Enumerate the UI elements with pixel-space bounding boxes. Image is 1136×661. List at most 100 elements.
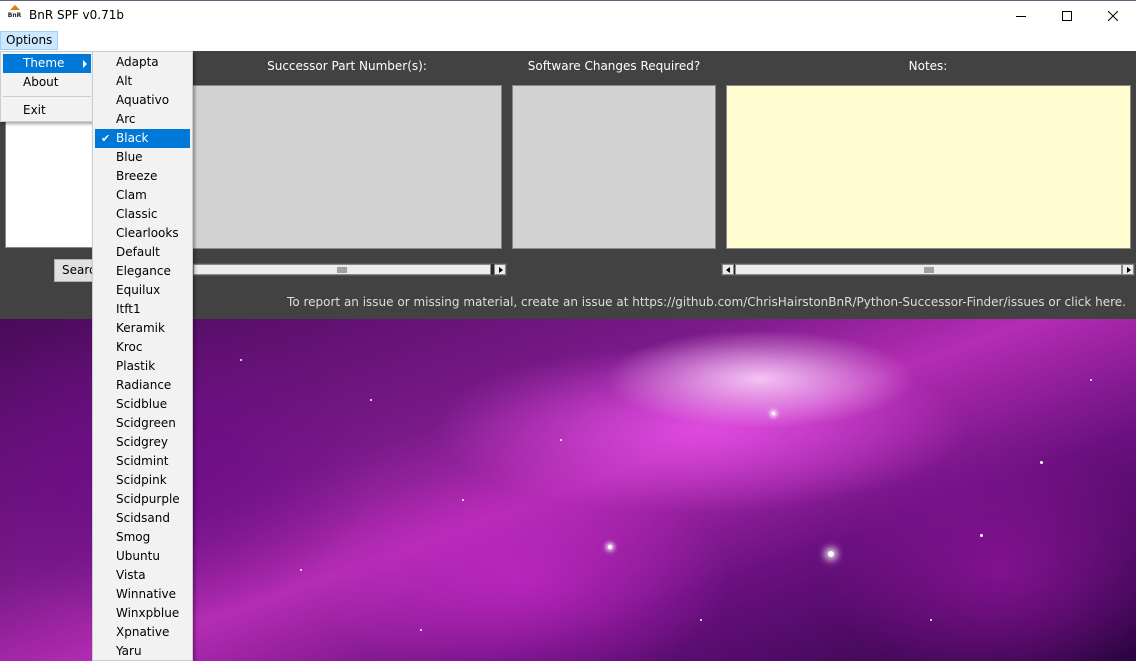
report-issue-link[interactable]: To report an issue or missing material, …	[287, 295, 1126, 309]
window-title: BnR SPF v0.71b	[29, 8, 124, 22]
theme-item-label: Default	[116, 245, 160, 259]
submenu-arrow-icon	[83, 60, 87, 68]
theme-item-smog[interactable]: Smog	[95, 528, 190, 547]
theme-item-label: Kroc	[116, 340, 143, 354]
successor-textbox[interactable]	[192, 85, 502, 249]
part-list-box[interactable]	[5, 122, 93, 248]
theme-item-clearlooks[interactable]: Clearlooks	[95, 224, 190, 243]
theme-item-label: Vista	[116, 568, 146, 582]
theme-item-label: Yaru	[116, 644, 142, 658]
menu-item-about[interactable]: About	[3, 73, 91, 92]
notes-header: Notes:	[908, 59, 948, 73]
close-button[interactable]	[1090, 1, 1136, 31]
theme-item-itft1[interactable]: Itft1	[95, 300, 190, 319]
theme-item-label: Black	[116, 131, 149, 145]
maximize-icon	[1062, 11, 1072, 21]
theme-item-scidmint[interactable]: Scidmint	[95, 452, 190, 471]
scrollbar-thumb[interactable]	[735, 264, 1122, 275]
theme-item-label: Blue	[116, 150, 143, 164]
theme-item-label: Alt	[116, 74, 133, 88]
successor-header: Successor Part Number(s):	[267, 59, 427, 73]
scroll-right-icon[interactable]	[494, 264, 506, 275]
scroll-left-icon[interactable]	[722, 264, 734, 275]
theme-submenu: Adapta Alt Aquativo Arc ✔ Black Blue Breeze Clam…	[92, 51, 193, 661]
theme-item-vista[interactable]: Vista	[95, 566, 190, 585]
theme-item-xpnative[interactable]: Xpnative	[95, 623, 190, 642]
theme-item-label: Scidblue	[116, 397, 168, 411]
theme-item-label: Aquativo	[116, 93, 170, 107]
theme-item-label: Clam	[116, 188, 147, 202]
theme-item-clam[interactable]: Clam	[95, 186, 190, 205]
theme-item-label: Smog	[116, 530, 151, 544]
theme-list: Adapta Alt Aquativo Arc ✔ Black Blue Breeze Clam…	[93, 53, 190, 661]
theme-item-ubuntu[interactable]: Ubuntu	[95, 547, 190, 566]
theme-item-scidgrey[interactable]: Scidgrey	[95, 433, 190, 452]
app-icon: BnR	[7, 5, 22, 22]
theme-item-label: Scidgrey	[116, 435, 168, 449]
theme-item-default[interactable]: Default	[95, 243, 190, 262]
theme-item-label: Arc	[116, 112, 136, 126]
theme-item-label: Plastik	[116, 359, 156, 373]
menu-item-exit[interactable]: Exit	[3, 101, 91, 120]
menu-separator	[3, 96, 91, 97]
theme-item-scidgreen[interactable]: Scidgreen	[95, 414, 190, 433]
theme-item-scidsand[interactable]: Scidsand	[95, 509, 190, 528]
minimize-button[interactable]	[998, 1, 1044, 31]
theme-item-plastik[interactable]: Plastik	[95, 357, 190, 376]
theme-item-scidpink[interactable]: Scidpink	[95, 471, 190, 490]
theme-item-label: Adapta	[116, 55, 159, 69]
theme-item-label: Scidpink	[116, 473, 167, 487]
menu-item-theme[interactable]: Theme	[3, 54, 91, 73]
theme-item-yaru[interactable]: Yaru	[95, 642, 190, 661]
theme-item-label: Radiance	[116, 378, 172, 392]
theme-item-label: Scidmint	[116, 454, 169, 468]
theme-item-scidpurple[interactable]: Scidpurple	[95, 490, 190, 509]
theme-item-adapta[interactable]: Adapta	[95, 53, 190, 72]
theme-item-aquativo[interactable]: Aquativo	[95, 91, 190, 110]
theme-item-label: Itft1	[116, 302, 141, 316]
theme-item-label: Clearlooks	[116, 226, 179, 240]
theme-item-label: Keramik	[116, 321, 165, 335]
menu-item-theme-label: Theme	[23, 56, 65, 70]
theme-item-label: Scidpurple	[116, 492, 180, 506]
successor-scrollbar[interactable]	[192, 263, 507, 276]
theme-item-classic[interactable]: Classic	[95, 205, 190, 224]
theme-item-blue[interactable]: Blue	[95, 148, 190, 167]
minimize-icon	[1016, 16, 1026, 17]
software-header: Software Changes Required?	[527, 59, 701, 73]
theme-item-black[interactable]: ✔ Black	[95, 129, 190, 148]
theme-item-label: Scidsand	[116, 511, 170, 525]
theme-item-radiance[interactable]: Radiance	[95, 376, 190, 395]
menu-options[interactable]: Options	[0, 31, 59, 50]
theme-item-equilux[interactable]: Equilux	[95, 281, 190, 300]
theme-item-arc[interactable]: Arc	[95, 110, 190, 129]
checkmark-icon: ✔	[101, 132, 111, 145]
title-bar: BnR BnR SPF v0.71b	[0, 0, 1136, 30]
options-menu: Theme About Exit	[0, 51, 93, 122]
theme-item-winxpblue[interactable]: Winxpblue	[95, 604, 190, 623]
theme-item-breeze[interactable]: Breeze	[95, 167, 190, 186]
theme-item-alt[interactable]: Alt	[95, 72, 190, 91]
theme-item-label: Ubuntu	[116, 549, 160, 563]
theme-item-winnative[interactable]: Winnative	[95, 585, 190, 604]
theme-item-label: Xpnative	[116, 625, 170, 639]
theme-item-label: Equilux	[116, 283, 161, 297]
notes-textbox[interactable]	[726, 85, 1131, 249]
theme-item-label: Breeze	[116, 169, 158, 183]
theme-item-scidblue[interactable]: Scidblue	[95, 395, 190, 414]
software-textbox[interactable]	[512, 85, 716, 249]
theme-item-keramik[interactable]: Keramik	[95, 319, 190, 338]
theme-item-label: Classic	[116, 207, 158, 221]
theme-item-label: Scidgreen	[116, 416, 176, 430]
theme-item-kroc[interactable]: Kroc	[95, 338, 190, 357]
scroll-right-icon[interactable]	[1122, 264, 1134, 275]
theme-item-label: Elegance	[116, 264, 171, 278]
theme-item-label: Winxpblue	[116, 606, 180, 620]
menu-bar: Options	[0, 30, 1136, 51]
theme-item-label: Winnative	[116, 587, 177, 601]
theme-item-elegance[interactable]: Elegance	[95, 262, 190, 281]
close-icon	[1108, 11, 1118, 21]
notes-scrollbar[interactable]	[721, 263, 1135, 276]
maximize-button[interactable]	[1044, 1, 1090, 31]
scrollbar-thumb[interactable]	[193, 264, 491, 275]
